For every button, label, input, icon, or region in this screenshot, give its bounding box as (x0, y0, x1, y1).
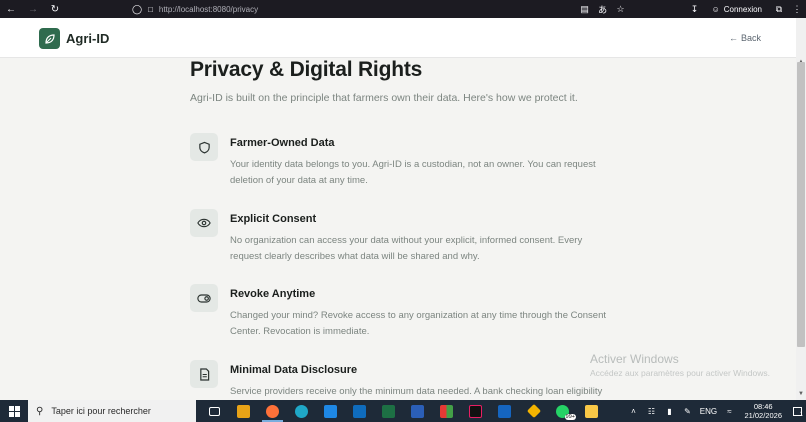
address-bar[interactable]: ◯ □ http://localhost:8080/privacy (132, 0, 258, 18)
page-info-icon[interactable]: □ (148, 5, 153, 14)
bookmark-star-icon[interactable]: ☆ (612, 0, 630, 18)
pen-icon[interactable]: ✎ (678, 400, 696, 422)
back-link[interactable]: ← Back (729, 33, 761, 43)
chevron-up-icon[interactable]: ˄ (624, 400, 642, 422)
item-title: Farmer-Owned Data (230, 137, 335, 149)
whatsapp-icon[interactable]: 99+ (548, 400, 577, 422)
page-title: Privacy & Digital Rights (190, 58, 423, 81)
outlook-icon[interactable] (345, 400, 374, 422)
item-title: Explicit Consent (230, 213, 317, 225)
vscode-icon[interactable] (316, 400, 345, 422)
brand-name[interactable]: Agri-ID (66, 31, 109, 46)
extensions-icon[interactable]: ⧉ (770, 0, 788, 18)
leaf-logo-icon[interactable] (39, 28, 60, 49)
language-indicator[interactable]: ENG (696, 400, 720, 422)
item-description: Service providers receive only the minim… (230, 386, 603, 397)
menu-icon[interactable]: ⋮ (788, 0, 806, 18)
download-icon[interactable]: ↧ (686, 0, 704, 18)
back-arrow-icon[interactable]: ← (0, 0, 22, 18)
search-icon: ⚲ (36, 405, 44, 417)
remote-desktop-icon[interactable] (490, 400, 519, 422)
item-title: Minimal Data Disclosure (230, 364, 358, 376)
app-header: Agri-ID ← Back (0, 18, 796, 58)
browser-toolbar: ← → ↻ ◯ □ http://localhost:8080/privacy … (0, 0, 806, 18)
windows-start-icon[interactable] (0, 400, 28, 422)
file-explorer-icon[interactable] (577, 400, 606, 422)
notification-count: 1 (799, 412, 803, 418)
toggle-icon (190, 284, 218, 312)
url-text[interactable]: http://localhost:8080/privacy (159, 5, 258, 14)
firefox-icon[interactable] (258, 400, 287, 422)
activation-watermark-subtitle: Accédez aux paramètres pour activer Wind… (590, 368, 770, 378)
back-label: Back (741, 33, 762, 43)
translate-icon[interactable]: あ (594, 0, 612, 18)
clock[interactable]: 08:46 21/02/2026 (738, 402, 788, 420)
item-description: No organization can access your data wit… (230, 235, 583, 262)
main-content: Privacy & Digital Rights Agri-ID is buil… (0, 58, 796, 400)
arrow-left-icon: ← (729, 33, 738, 43)
item-title: Revoke Anytime (230, 288, 316, 300)
item-description: Changed your mind? Revoke access to any … (230, 310, 607, 337)
leaf-icon (44, 33, 55, 44)
network-icon[interactable]: ☷ (642, 400, 660, 422)
edge-icon[interactable] (287, 400, 316, 422)
shield-tracking-icon[interactable]: ◯ (132, 4, 142, 15)
scrollbar-thumb[interactable] (797, 62, 805, 347)
word-icon[interactable] (403, 400, 432, 422)
task-view-icon[interactable] (200, 400, 229, 422)
account-label: Connexion (723, 4, 762, 14)
browser-nav: ← → ↻ (0, 0, 66, 18)
notification-icon[interactable]: 1 (788, 400, 806, 422)
page-subtitle: Agri-ID is built on the principle that f… (190, 92, 578, 104)
taskbar-search-input[interactable]: ⚲ Taper ici pour rechercher (28, 400, 196, 422)
whatsapp-badge: 99+ (564, 414, 576, 420)
browser-actions: ▤ あ ☆ ↧ ☺ Connexion ⧉ ⋮ (576, 0, 806, 18)
item-description: Your identity data belongs to you. Agri-… (230, 159, 596, 186)
search-placeholder: Taper ici pour rechercher (51, 406, 151, 416)
app-grid-icon[interactable] (432, 400, 461, 422)
battery-icon[interactable]: ▮ (660, 400, 678, 422)
reader-view-icon[interactable]: ▤ (576, 0, 594, 18)
account-button[interactable]: ☺ Connexion (704, 5, 770, 14)
scroll-down-icon[interactable]: ▼ (797, 391, 805, 397)
account-icon: ☺ (711, 4, 720, 14)
forward-arrow-icon[interactable]: → (22, 0, 44, 18)
reload-icon[interactable]: ↻ (44, 0, 66, 18)
store-icon[interactable] (229, 400, 258, 422)
clock-date: 21/02/2026 (744, 411, 782, 420)
windows-taskbar: ⚲ Taper ici pour rechercher 99+ ˄ ☷ ▮ ✎ … (0, 400, 806, 422)
excel-icon[interactable] (374, 400, 403, 422)
clock-time: 08:46 (753, 402, 773, 411)
system-tray: ˄ ☷ ▮ ✎ ENG ≈ 08:46 21/02/2026 1 (624, 400, 806, 422)
document-icon (190, 360, 218, 388)
wifi-icon[interactable]: ≈ (720, 400, 738, 422)
shield-icon (190, 133, 218, 161)
sourcetree-icon[interactable] (519, 400, 548, 422)
eye-icon (190, 209, 218, 237)
jetbrains-icon[interactable] (461, 400, 490, 422)
taskbar-apps: 99+ (200, 400, 606, 422)
activation-watermark-title: Activer Windows (590, 352, 679, 366)
